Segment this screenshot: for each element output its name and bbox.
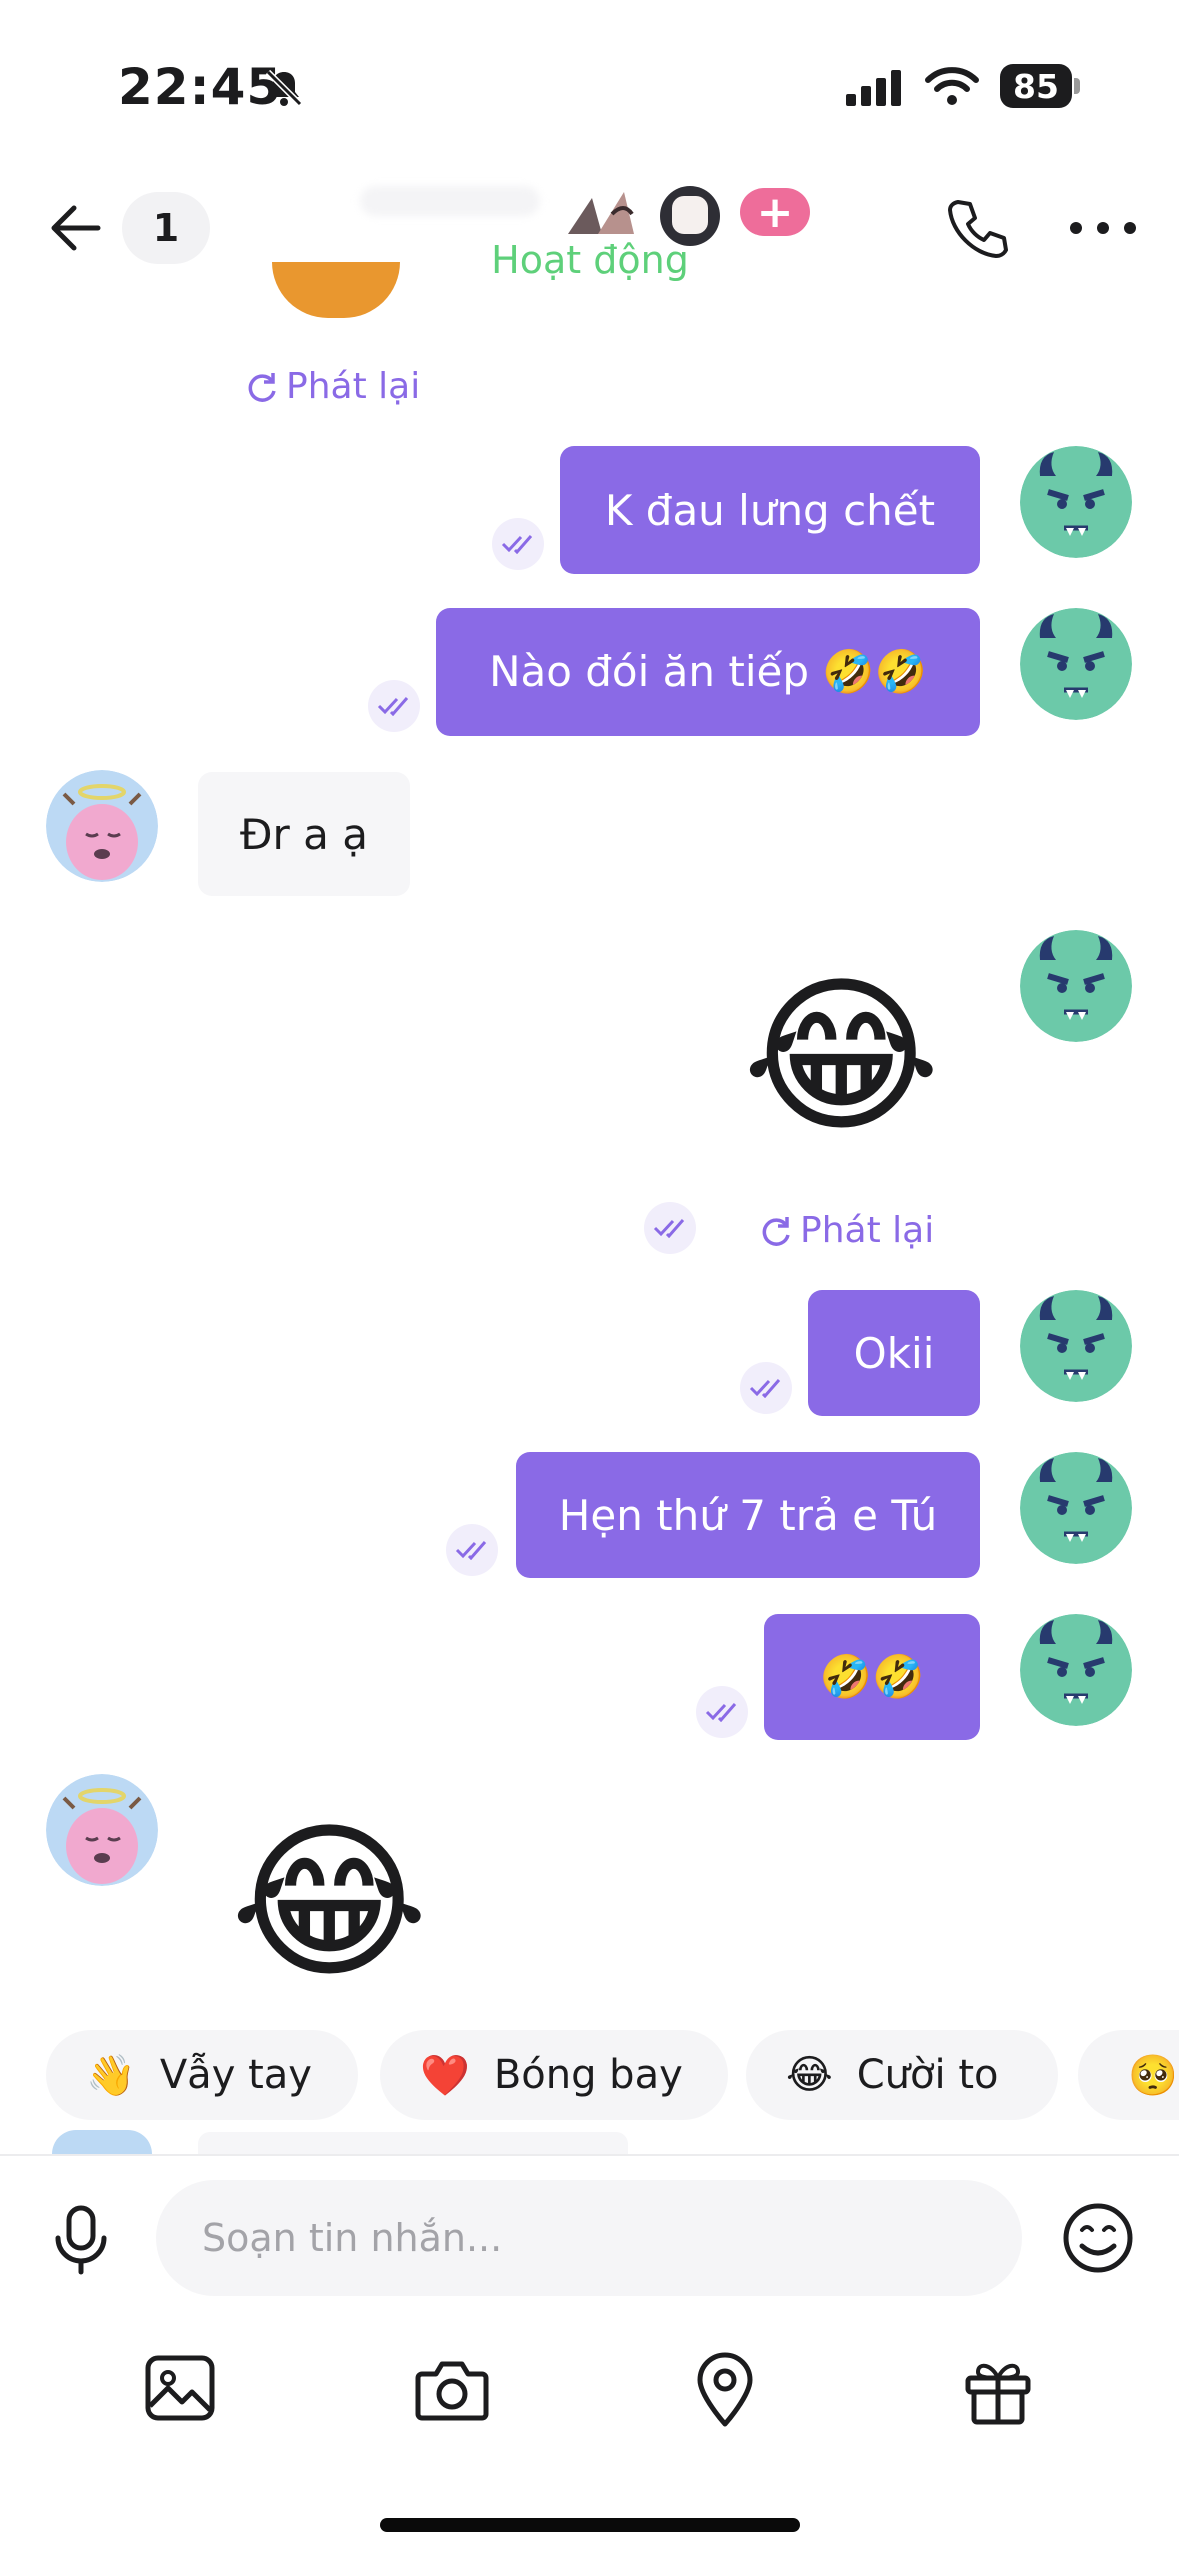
home-indicator	[380, 2518, 800, 2532]
monster-avatar[interactable]	[1020, 930, 1132, 1042]
camera-icon[interactable]	[414, 2356, 490, 2422]
seen-check-icon	[368, 680, 420, 732]
seen-check-icon	[492, 518, 544, 570]
signal-icon	[846, 70, 901, 106]
member-avatar-face	[672, 196, 708, 234]
location-pin-icon[interactable]	[694, 2352, 756, 2428]
monster-avatar[interactable]	[1020, 1290, 1132, 1402]
seen-check-icon	[740, 1362, 792, 1414]
message-input[interactable]: Soạn tin nhắn...	[156, 2180, 1022, 2296]
emoji-message-out[interactable]: 😂	[742, 972, 941, 1142]
message-out-5[interactable]: 🤣🤣	[764, 1614, 980, 1740]
seen-check-icon	[446, 1524, 498, 1576]
gift-icon[interactable]	[962, 2354, 1034, 2426]
emoji-picker-icon[interactable]	[1060, 2200, 1136, 2276]
contact-name-blurred	[360, 186, 540, 216]
composer-divider	[0, 2154, 1179, 2156]
reaction-label: Bóng bay	[493, 2052, 683, 2098]
wave-emoji-icon: 👋	[86, 2052, 136, 2099]
reaction-label: Vẫy tay	[159, 2052, 312, 2098]
back-arrow-icon[interactable]	[44, 196, 108, 260]
more-options-icon[interactable]	[1068, 216, 1138, 240]
monster-avatar[interactable]	[1020, 1614, 1132, 1726]
bear-avatar[interactable]	[46, 770, 158, 882]
replay-label: Phát lại	[800, 1210, 935, 1251]
replay-icon	[248, 372, 276, 402]
seen-check-icon	[644, 1202, 696, 1254]
seen-check-icon	[696, 1686, 748, 1738]
pleading-emoji-icon: 🥺	[1128, 2052, 1178, 2099]
message-out-2[interactable]: Nào đói ăn tiếp 🤣🤣	[436, 608, 980, 736]
bell-muted-icon	[265, 69, 303, 107]
reaction-chip-laugh[interactable]: 😂 Cười to	[746, 2030, 1058, 2120]
unread-count-badge[interactable]: 1	[122, 192, 210, 264]
replay-link[interactable]: Phát lại	[758, 1210, 934, 1251]
battery-level: 85	[1000, 64, 1072, 108]
heart-emoji-icon: ❤️	[420, 2052, 470, 2099]
bear-avatar-partial	[52, 2130, 152, 2154]
gallery-icon[interactable]	[144, 2354, 216, 2422]
wifi-icon	[925, 67, 979, 105]
replay-icon	[762, 1216, 790, 1246]
sticker-partial	[272, 262, 400, 318]
reaction-chip-balloon[interactable]: ❤️ Bóng bay	[380, 2030, 728, 2120]
replay-label: Phát lại	[286, 366, 421, 407]
reaction-label: Cười to	[856, 2052, 999, 2098]
add-member-button[interactable]: +	[740, 187, 810, 238]
laugh-emoji-icon: 😂	[786, 2052, 833, 2098]
group-avatar-icon[interactable]	[562, 184, 646, 240]
monster-avatar[interactable]	[1020, 446, 1132, 558]
message-in-1[interactable]: Đr a ạ	[198, 772, 410, 896]
message-out-3[interactable]: Okii	[808, 1290, 980, 1416]
monster-avatar[interactable]	[1020, 608, 1132, 720]
phone-call-icon[interactable]	[942, 194, 1012, 264]
message-out-4[interactable]: Hẹn thứ 7 trả e Tú	[516, 1452, 980, 1578]
active-status: Hoạt động	[491, 238, 689, 282]
microphone-icon[interactable]	[50, 2204, 112, 2276]
message-in-partial	[198, 2132, 628, 2154]
reaction-chip-wave[interactable]: 👋 Vẫy tay	[46, 2030, 358, 2120]
monster-avatar[interactable]	[1020, 1452, 1132, 1564]
bear-avatar[interactable]	[46, 1774, 158, 1886]
emoji-message-in[interactable]: 😂	[230, 1818, 429, 1988]
battery-tip	[1074, 78, 1080, 94]
status-time: 22:45	[118, 58, 283, 116]
reaction-chip-pleading[interactable]: 🥺	[1078, 2030, 1179, 2120]
message-out-1[interactable]: K đau lưng chết	[560, 446, 980, 574]
replay-link[interactable]: Phát lại	[244, 366, 420, 407]
